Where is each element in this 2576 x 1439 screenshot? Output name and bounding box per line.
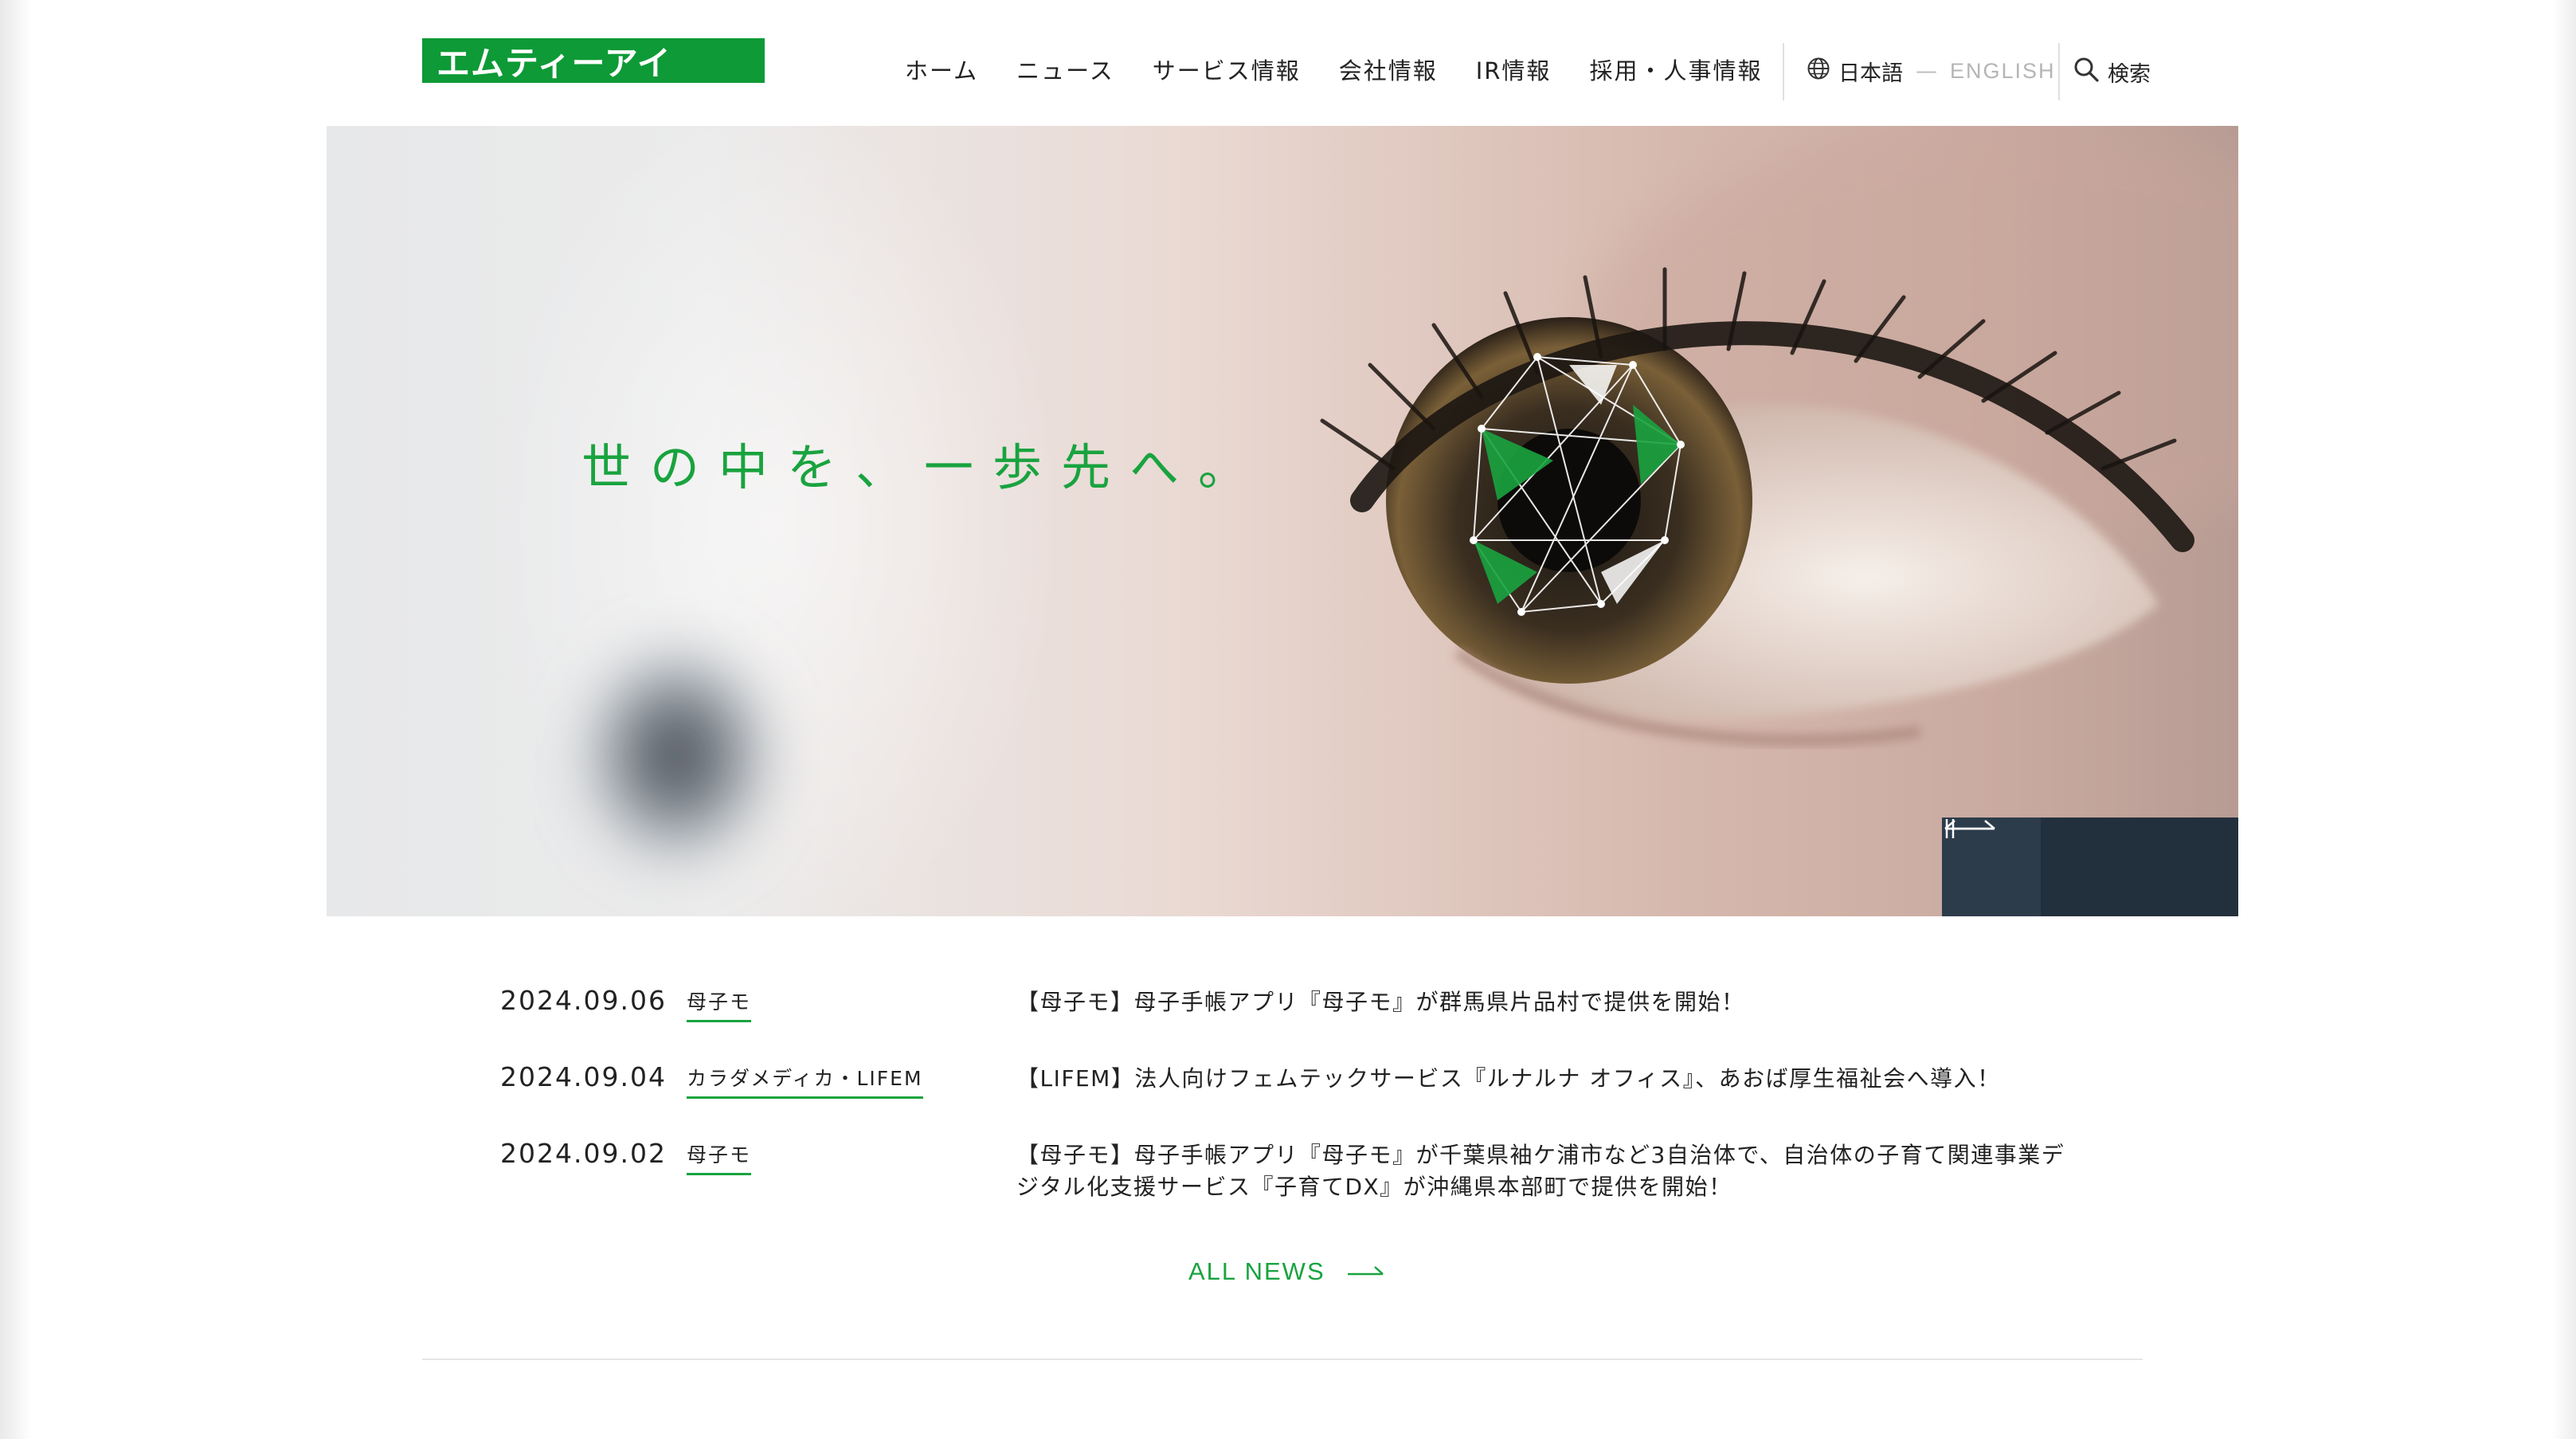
news-category-tag[interactable]: 母子モ [687, 1139, 752, 1175]
hero-slider: 世の中を、一歩先へ。 [327, 126, 2238, 916]
nav-services[interactable]: サービス情報 [1153, 53, 1301, 86]
all-news-link[interactable]: ALL NEWS [1188, 1257, 1384, 1286]
next-slide-button[interactable] [1945, 818, 2238, 916]
news-date: 2024.09.06 [500, 985, 667, 1016]
nav-ir[interactable]: IR情報 [1476, 53, 1552, 86]
section-divider [422, 1359, 2143, 1360]
news-item: 2024.09.04 カラダメディカ・LIFEM 【LIFEM】法人向けフェムテ… [500, 1058, 2093, 1135]
search-label: 検索 [2108, 62, 2151, 87]
globe-icon [1807, 57, 1830, 86]
logo-text: エムティーアイ [437, 43, 671, 83]
lang-english[interactable]: ENGLISH [1950, 59, 2056, 84]
slider-controls [1942, 818, 2238, 916]
nav-home[interactable]: ホーム [905, 53, 978, 86]
search-icon [2073, 56, 2100, 88]
lang-japanese[interactable]: 日本語 [1838, 56, 1903, 87]
search-button[interactable]: 検索 [2073, 56, 2151, 88]
news-title-link[interactable]: 【LIFEM】法人向けフェムテックサービス『ルナルナ オフィス』、あおば厚生福祉… [1016, 1063, 2068, 1095]
nav-news[interactable]: ニュース [1016, 53, 1114, 86]
page-right-shadow [2552, 0, 2576, 1439]
previous-slide-button[interactable] [1944, 818, 2139, 916]
nav-recruit[interactable]: 採用・人事情報 [1589, 53, 1762, 86]
news-date: 2024.09.02 [500, 1138, 667, 1169]
nav-company[interactable]: 会社情報 [1339, 53, 1438, 86]
news-date: 2024.09.04 [500, 1061, 667, 1092]
lang-separator: — [1916, 59, 1937, 84]
news-item: 2024.09.06 母子モ 【母子モ】母子手帳アプリ『母子モ』が群馬県片品村で… [500, 982, 2093, 1058]
news-title-link[interactable]: 【母子モ】母子手帳アプリ『母子モ』が千葉県袖ケ浦市など3自治体で、自治体の子育て… [1016, 1139, 2068, 1203]
news-category-tag[interactable]: カラダメディカ・LIFEM [687, 1063, 923, 1099]
header-divider-2 [2058, 43, 2060, 100]
arrow-right-icon [1346, 1257, 1384, 1286]
language-switcher: 日本語 — ENGLISH [1807, 56, 2056, 87]
hero-image [558, 126, 2238, 891]
header-divider [1783, 43, 1784, 100]
all-news-label: ALL NEWS [1188, 1257, 1325, 1285]
page-left-shadow [0, 0, 32, 1439]
news-title-link[interactable]: 【母子モ】母子手帳アプリ『母子モ』が群馬県片品村で提供を開始！ [1016, 986, 2068, 1018]
main-nav: ホーム ニュース サービス情報 会社情報 IR情報 採用・人事情報 [905, 53, 1762, 86]
news-list: 2024.09.06 母子モ 【母子モ】母子手帳アプリ『母子モ』が群馬県片品村で… [500, 982, 2093, 1254]
news-category-tag[interactable]: 母子モ [687, 986, 752, 1022]
news-item: 2024.09.02 母子モ 【母子モ】母子手帳アプリ『母子モ』が千葉県袖ケ浦市… [500, 1135, 2093, 1254]
company-logo[interactable]: エムティーアイ [422, 38, 765, 83]
hero-tagline: 世の中を、一歩先へ。 [581, 438, 1267, 496]
